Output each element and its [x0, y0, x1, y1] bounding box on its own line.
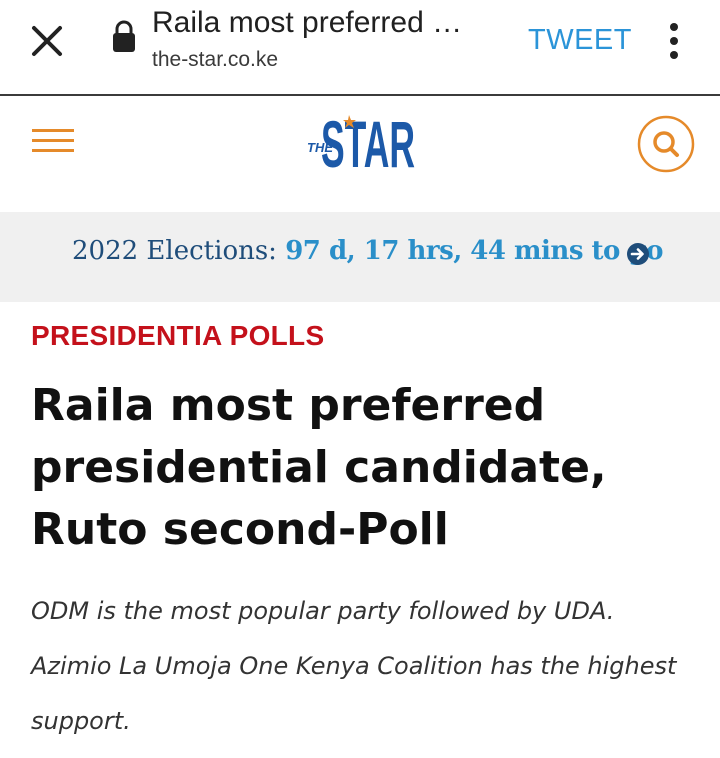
- lock-icon: [113, 20, 135, 52]
- article-headline: Raila most preferred presidential candid…: [31, 380, 607, 555]
- svg-text:THE: THE: [307, 140, 333, 155]
- more-vertical-icon[interactable]: [667, 22, 681, 60]
- close-icon[interactable]: [30, 24, 64, 58]
- hamburger-menu-icon[interactable]: [32, 129, 74, 153]
- tweet-button[interactable]: TWEET: [528, 24, 632, 57]
- page: Raila most preferred … the-star.co.ke TW…: [0, 0, 720, 758]
- arrow-right-circle-icon[interactable]: [626, 242, 650, 266]
- countdown-text: 2022 Elections: 97 d, 17 hrs, 44 mins to…: [72, 236, 663, 266]
- the-star-logo[interactable]: STAR THE: [305, 104, 417, 174]
- tab-url: the-star.co.ke: [152, 48, 279, 71]
- tab-title: Raila most preferred …: [152, 6, 463, 39]
- election-countdown-banner[interactable]: 2022 Elections: 97 d, 17 hrs, 44 mins to…: [0, 212, 720, 302]
- article-category[interactable]: PRESIDENTIA POLLS: [31, 320, 324, 352]
- countdown-value: 97 d, 17 hrs, 44 mins to go: [285, 236, 663, 266]
- search-icon[interactable]: [637, 115, 695, 173]
- site-header: STAR THE: [0, 96, 720, 212]
- browser-toolbar: Raila most preferred … the-star.co.ke TW…: [0, 0, 720, 96]
- svg-text:STAR: STAR: [321, 107, 415, 174]
- article-summary: ODM is the most popular party followed b…: [31, 597, 677, 735]
- countdown-label: 2022 Elections:: [72, 236, 277, 266]
